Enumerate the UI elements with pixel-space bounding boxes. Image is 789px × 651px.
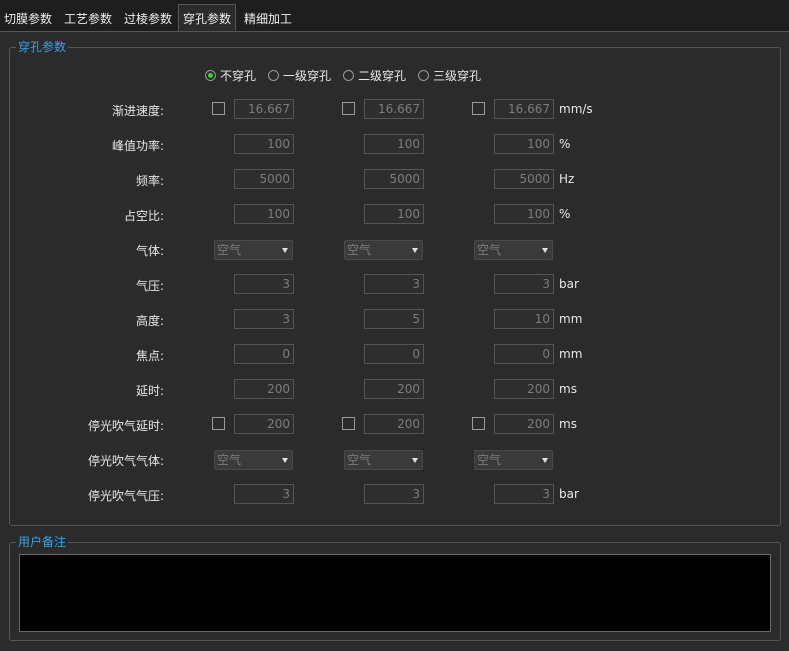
duty-cycle-unit: % [559,207,571,221]
frequency-label: 频率: [135,174,164,188]
tab-pierce[interactable]: 穿孔参数 [178,4,237,32]
frequency-input-1[interactable]: 5000 [234,169,294,189]
height-label: 高度: [135,314,164,328]
progressive-speed-checkbox-1[interactable] [212,102,225,115]
peak-power-input-3[interactable]: 100 [494,134,554,154]
tab-fine-machining[interactable]: 精细加工 [244,8,292,32]
duty-cycle-input-3[interactable]: 100 [494,204,554,224]
focus-label: 焦点: [135,349,164,363]
gas-pressure-input-3[interactable]: 3 [494,274,554,294]
stop-blow-delay-checkbox-2[interactable] [342,417,355,430]
gas-select-1[interactable]: 空气 [214,240,293,260]
select-value: 空气 [217,453,242,467]
dropdown-arrow-icon [412,458,418,463]
dropdown-arrow-icon [282,458,288,463]
peak-power-label: 峰值功率: [111,139,164,153]
select-value: 空气 [347,243,372,257]
select-value: 空气 [477,243,502,257]
focus-input-2[interactable]: 0 [364,344,424,364]
frequency-input-3[interactable]: 5000 [494,169,554,189]
delay-label: 延时: [135,384,164,398]
progressive-speed-label: 渐进速度: [111,104,164,118]
stop-blow-gas-label: 停光吹气气体: [87,454,164,468]
dropdown-arrow-icon [542,248,548,253]
stop-blow-pressure-unit: bar [559,487,579,501]
stop-blow-delay-label: 停光吹气延时: [87,419,164,433]
stop-blow-delay-unit: ms [559,417,577,431]
radio-level-3[interactable]: 三级穿孔 [418,68,481,84]
radio-level-2[interactable]: 二级穿孔 [343,68,406,84]
gas-select-3[interactable]: 空气 [474,240,553,260]
stop-blow-delay-input-1[interactable]: 200 [234,414,294,434]
tab-edge[interactable]: 过棱参数 [124,8,172,32]
stop-blow-pressure-label: 停光吹气气压: [87,489,164,503]
stop-blow-delay-input-2[interactable]: 200 [364,414,424,434]
select-value: 空气 [477,453,502,467]
stop-blow-gas-select-2[interactable]: 空气 [344,450,423,470]
progressive-speed-input-2[interactable]: 16.667 [364,99,424,119]
progressive-speed-unit: mm/s [559,102,593,116]
gas-pressure-unit: bar [559,277,579,291]
delay-unit: ms [559,382,577,396]
stop-blow-pressure-input-1[interactable]: 3 [234,484,294,504]
delay-input-1[interactable]: 200 [234,379,294,399]
gas-pressure-input-1[interactable]: 3 [234,274,294,294]
height-input-1[interactable]: 3 [234,309,294,329]
radio-label: 三级穿孔 [433,69,482,83]
focus-input-1[interactable]: 0 [234,344,294,364]
focus-unit: mm [559,347,583,361]
progressive-speed-checkbox-2[interactable] [342,102,355,115]
stop-blow-delay-input-3[interactable]: 200 [494,414,554,434]
duty-cycle-input-1[interactable]: 100 [234,204,294,224]
progressive-speed-input-3[interactable]: 16.667 [494,99,554,119]
radio-label: 二级穿孔 [358,69,407,83]
tab-cut-film[interactable]: 切膜参数 [4,8,52,32]
delay-input-3[interactable]: 200 [494,379,554,399]
user-notes-input[interactable] [19,554,771,632]
dropdown-arrow-icon [542,458,548,463]
peak-power-input-1[interactable]: 100 [234,134,294,154]
frequency-unit: Hz [559,172,575,186]
gas-select-2[interactable]: 空气 [344,240,423,260]
stop-blow-gas-select-3[interactable]: 空气 [474,450,553,470]
duty-cycle-label: 占空比: [123,209,164,223]
height-unit: mm [559,312,583,326]
radio-label: 一级穿孔 [283,69,332,83]
focus-input-3[interactable]: 0 [494,344,554,364]
radio-indicator [418,70,429,81]
progressive-speed-checkbox-3[interactable] [472,102,485,115]
radio-no-pierce[interactable]: 不穿孔 [205,68,256,84]
stop-blow-delay-checkbox-3[interactable] [472,417,485,430]
gas-label: 气体: [135,244,164,258]
radio-label: 不穿孔 [220,69,257,83]
delay-input-2[interactable]: 200 [364,379,424,399]
radio-indicator [205,70,216,81]
height-input-2[interactable]: 5 [364,309,424,329]
peak-power-unit: % [559,137,571,151]
height-input-3[interactable]: 10 [494,309,554,329]
stop-blow-pressure-input-2[interactable]: 3 [364,484,424,504]
pierce-group-title: 穿孔参数 [16,40,69,54]
tab-bar: 切膜参数 工艺参数 过棱参数 穿孔参数 精细加工 [0,0,789,32]
dropdown-arrow-icon [282,248,288,253]
frequency-input-2[interactable]: 5000 [364,169,424,189]
gas-pressure-input-2[interactable]: 3 [364,274,424,294]
progressive-speed-input-1[interactable]: 16.667 [234,99,294,119]
select-value: 空气 [347,453,372,467]
peak-power-input-2[interactable]: 100 [364,134,424,154]
radio-indicator [343,70,354,81]
stop-blow-gas-select-1[interactable]: 空气 [214,450,293,470]
gas-pressure-label: 气压: [135,279,164,293]
dropdown-arrow-icon [412,248,418,253]
radio-indicator [268,70,279,81]
duty-cycle-input-2[interactable]: 100 [364,204,424,224]
radio-level-1[interactable]: 一级穿孔 [268,68,331,84]
tab-process[interactable]: 工艺参数 [64,8,112,32]
stop-blow-delay-checkbox-1[interactable] [212,417,225,430]
stop-blow-pressure-input-3[interactable]: 3 [494,484,554,504]
notes-group-title: 用户备注 [16,535,69,549]
select-value: 空气 [217,243,242,257]
